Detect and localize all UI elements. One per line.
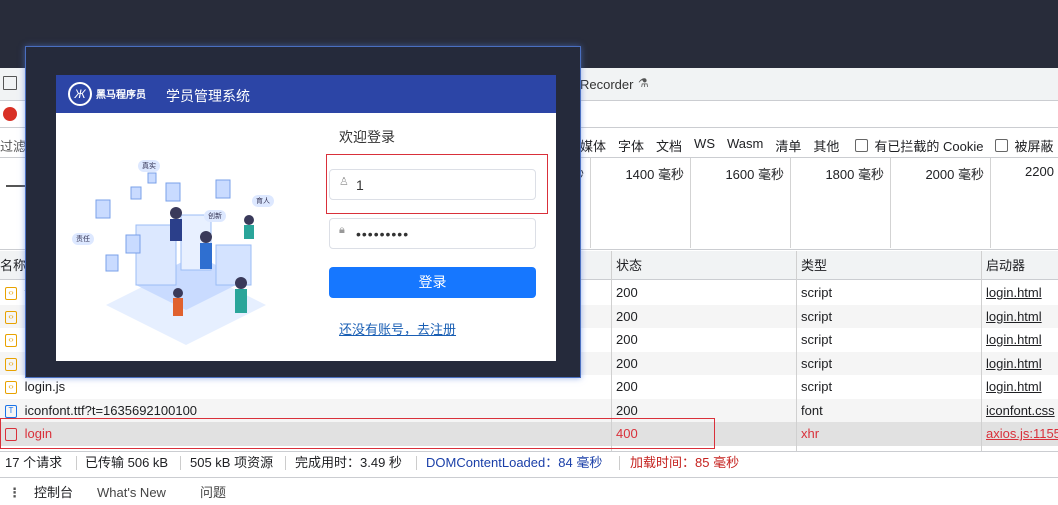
row-type: script	[801, 308, 833, 324]
lock-icon: 🔒︎	[339, 224, 345, 236]
flask-icon: ⚗	[638, 76, 649, 90]
column-type[interactable]: 类型	[796, 251, 981, 279]
tab-console[interactable]: 控制台	[34, 478, 73, 505]
filter-wasm[interactable]: Wasm	[727, 136, 763, 155]
row-type: script	[801, 379, 833, 394]
row-initiator[interactable]: login.html	[981, 375, 1058, 399]
welcome-title: 欢迎登录	[339, 129, 395, 145]
row-initiator[interactable]: login.html	[981, 281, 1058, 305]
script-icon: ‹›	[5, 334, 17, 348]
script-icon: ‹›	[5, 287, 17, 301]
network-status-bar: 17 个请求 已传输 506 kB 505 kB 项资源 完成用时：3.49 秒…	[0, 451, 1058, 475]
load-time: 加载时间：85 毫秒	[630, 455, 740, 470]
timeline-tick: 2000 毫秒	[890, 158, 990, 248]
dom-content-loaded: DOMContentLoaded：84 毫秒	[426, 455, 603, 470]
row-status: 200	[616, 332, 638, 347]
office-illustration	[95, 172, 266, 345]
timeline-tick: 2200	[990, 158, 1058, 248]
blocked-cookies-label: 有已拦截的 Cookie	[874, 139, 984, 154]
row-initiator[interactable]: login.html	[981, 328, 1058, 352]
tag-education: 育人	[252, 195, 274, 207]
row-initiator[interactable]: axios.js:1155	[981, 422, 1058, 446]
inspect-icon[interactable]	[3, 76, 17, 90]
register-link[interactable]: 还没有账号，去注册	[339, 319, 456, 338]
transferred-size: 已传输 506 kB	[85, 455, 169, 470]
timeline-tick: 1400 毫秒	[590, 158, 690, 248]
blocked-cookies-option[interactable]: 有已拦截的 Cookie	[855, 136, 983, 155]
drawer-menu-icon[interactable]: ⋮	[8, 478, 21, 505]
row-type: xhr	[801, 426, 820, 441]
row-status: 200	[616, 285, 638, 300]
filter-media[interactable]: 媒体	[580, 136, 606, 155]
script-icon: ‹›	[5, 381, 17, 395]
resources-size: 505 kB 项资源	[190, 455, 274, 470]
row-type: script	[801, 285, 833, 300]
column-status[interactable]: 状态	[611, 251, 796, 279]
brand-logo-icon: Ж	[68, 82, 92, 106]
blocked-requests-label: 被屏蔽	[1014, 139, 1054, 154]
devtools-drawer-tabs: ⋮ 控制台 What's New 问题	[0, 477, 1058, 505]
password-input[interactable]	[329, 218, 536, 249]
filter-other[interactable]: 其他	[813, 136, 839, 155]
font-icon: T	[5, 404, 17, 418]
filter-ws[interactable]: WS	[694, 136, 715, 155]
tab-issues[interactable]: 问题	[200, 478, 226, 505]
filter-doc[interactable]: 文档	[656, 136, 682, 155]
row-type: script	[801, 332, 833, 347]
filter-manifest[interactable]: 清单	[775, 136, 801, 155]
finish-time: 完成用时：3.49 秒	[295, 455, 402, 470]
tag-real: 真实	[138, 160, 160, 172]
row-name: iconfont.ttf?t=1635692100100	[24, 402, 198, 418]
row-initiator[interactable]: iconfont.css	[981, 399, 1058, 423]
error-row-highlight	[0, 418, 715, 449]
brand-logo-text: 黑马程序员	[96, 90, 146, 101]
tab-whats-new[interactable]: What's New	[97, 478, 166, 505]
blocked-requests-option[interactable]: 被屏蔽	[995, 136, 1054, 155]
request-count: 17 个请求	[5, 455, 63, 470]
login-button[interactable]: 登录	[329, 267, 536, 298]
filter-label[interactable]: 过滤	[0, 136, 26, 155]
row-type: font	[801, 402, 823, 418]
timeline-tick: 1800 毫秒	[790, 158, 890, 248]
row-name: login.js	[24, 379, 66, 394]
username-highlight	[326, 154, 548, 214]
timeline-tick: 1600 毫秒	[690, 158, 790, 248]
tag-responsibility: 责任	[72, 233, 94, 245]
row-status: 200	[616, 379, 638, 394]
row-type: script	[801, 355, 833, 371]
resource-type-filters: 媒体 字体 文档 WS Wasm 清单 其他 有已拦截的 Cookie 被屏蔽	[580, 136, 1054, 155]
record-icon[interactable]	[3, 107, 17, 121]
blocked-requests-checkbox[interactable]	[995, 139, 1009, 152]
row-initiator[interactable]: login.html	[981, 352, 1058, 376]
script-icon: ‹›	[5, 310, 17, 324]
system-title: 学员管理系统	[166, 88, 250, 104]
login-header: Ж 黑马程序员 学员管理系统	[56, 75, 556, 113]
tag-innovation: 创新	[204, 210, 226, 222]
row-status: 200	[616, 355, 638, 371]
row-initiator[interactable]: login.html	[981, 305, 1058, 329]
row-status: 200	[616, 308, 638, 324]
script-icon: ‹›	[5, 357, 17, 371]
blocked-cookies-checkbox[interactable]	[855, 139, 869, 152]
filter-font[interactable]: 字体	[618, 136, 644, 155]
tab-recorder[interactable]: Recorder	[580, 77, 633, 92]
column-initiator[interactable]: 启动器	[981, 251, 1058, 279]
login-card: Ж 黑马程序员 学员管理系统 真实 育人 创新 责任 欢迎登录 1 ♙ ••••…	[56, 75, 556, 361]
table-row[interactable]: ‹› login.js 200 script login.html	[0, 375, 1058, 399]
